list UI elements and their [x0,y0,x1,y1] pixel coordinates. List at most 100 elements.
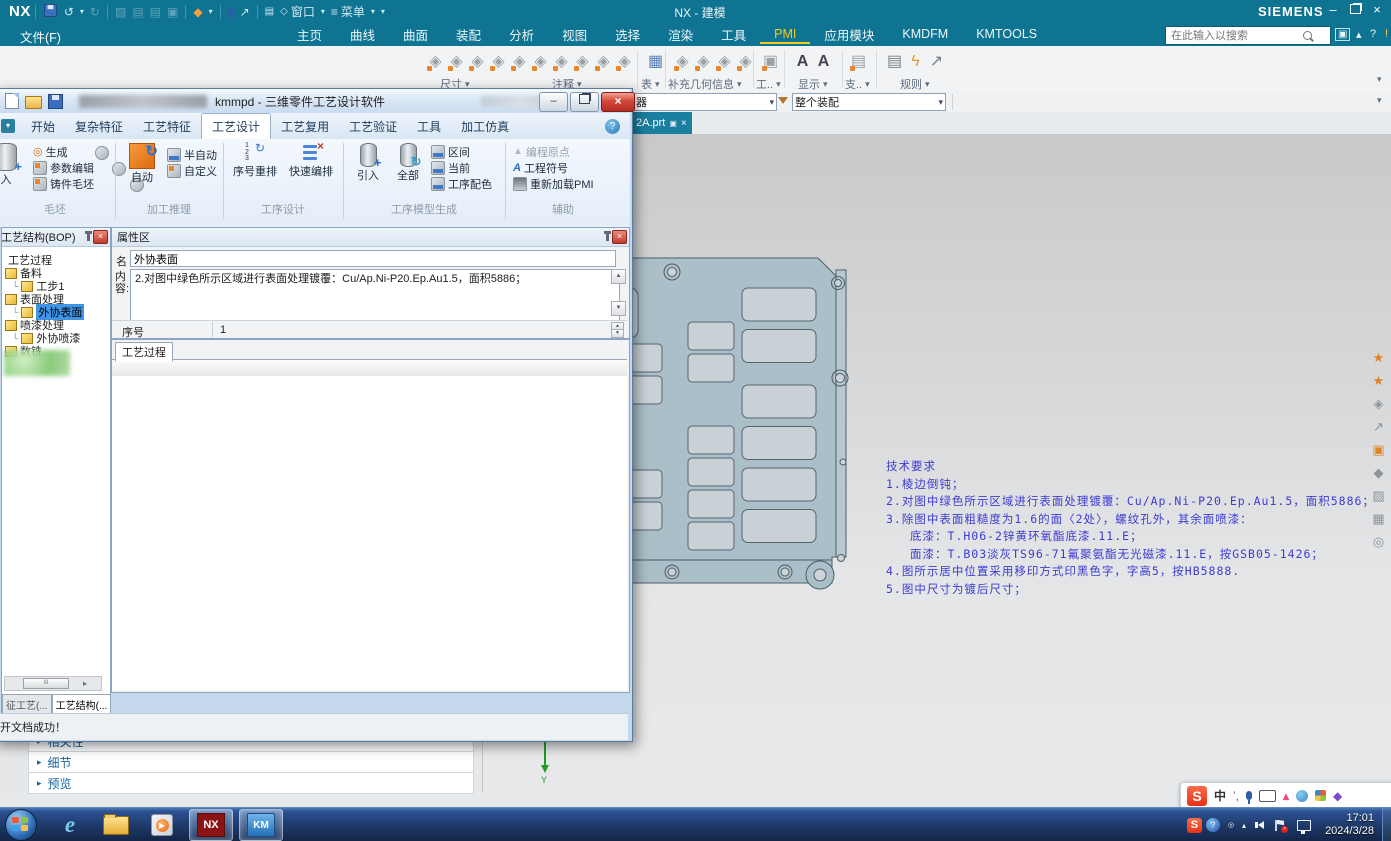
measure-arrow-icon[interactable]: ↗ [1369,419,1388,439]
selection-filter-combo[interactable]: 器 ▾ [625,93,777,111]
scroll-right-icon[interactable]: ▸ [83,679,87,688]
datum-feature-icon[interactable]: ◈ [551,51,572,73]
tab-curve[interactable]: 曲线 [336,22,389,47]
scroll-up-icon[interactable]: ▲ [611,269,626,284]
star-annotation-icon[interactable]: ★ [1369,350,1388,370]
rule-measure-icon[interactable]: ↗ [926,51,947,73]
save-doc-icon[interactable] [48,94,63,109]
radial-dimension-icon[interactable]: ◈ [467,51,488,73]
tab-home[interactable]: 主页 [283,22,336,47]
coordinate-icon[interactable]: ◈ [714,51,735,73]
auto-infer-button[interactable]: ↻ 自动 [121,143,163,185]
op-current-button[interactable]: 当前 [431,160,470,175]
name-input[interactable] [130,250,616,267]
taskbar-explorer-button[interactable] [95,810,137,840]
dtab-process-verify[interactable]: 工艺验证 [339,114,407,139]
taskbar-mediaplayer-button[interactable]: ▶ [141,810,183,840]
dialog-close-button[interactable]: × [601,92,635,112]
save-icon[interactable] [43,3,58,21]
command-search[interactable] [1165,26,1331,45]
group-caret-icon[interactable]: ▾ [823,79,828,90]
dialog-titlebar[interactable]: kmmpd - 三维零件工艺设计软件 [0,89,630,113]
star-annotation2-icon[interactable]: ★ [1369,373,1388,393]
new-doc-icon[interactable] [5,93,19,109]
note-icon[interactable]: ◈ [530,51,551,73]
ime-mode-chinese[interactable]: 中 [1214,787,1226,804]
selbar-options-icon[interactable]: ▾ [1377,95,1382,106]
table-edit-icon[interactable]: ▦ [1369,511,1388,531]
bop-close-icon[interactable]: × [93,230,108,244]
balloon-icon[interactable]: ◈ [593,51,614,73]
night-mode-icon[interactable]: ◆ [1333,789,1342,803]
dialog-maximize-button[interactable] [570,92,599,112]
open-doc-icon[interactable] [25,96,42,109]
selection-scope-combo[interactable]: 整个装配 ▾ [792,93,946,111]
part-pin-icon[interactable]: ▣ [669,119,677,128]
renumber-button[interactable]: ↻1 2 3 序号重排 [229,143,281,179]
dtab-start[interactable]: 开始 [21,114,65,139]
group-caret-icon[interactable]: ▾ [737,79,742,90]
skin-icon[interactable]: ▴ [1283,789,1289,803]
section-details[interactable]: ▸ 细节 [29,752,473,773]
dtab-process-reuse[interactable]: 工艺复用 [271,114,339,139]
menu-caret-icon[interactable]: ▾ [371,7,375,16]
tab-tools[interactable]: 工具 [707,22,760,47]
tab-view[interactable]: 视图 [548,22,601,47]
scroll-thumb[interactable]: III [23,678,69,689]
part-tab[interactable]: 2A.prt ▣ × [631,112,692,134]
tab-feature-process[interactable]: 征工艺(... [2,694,52,715]
region-icon[interactable]: ◈ [672,51,693,73]
fcf-icon[interactable]: ◈ [572,51,593,73]
toolbar-overflow-icon[interactable]: ▾ [381,7,385,16]
minimize-button[interactable]: – [1322,2,1344,17]
table-icon[interactable]: ▦ [645,51,666,73]
taskbar-km-button[interactable]: KM [239,809,283,841]
process-list-body[interactable] [112,376,627,690]
properties-close-icon[interactable]: × [612,230,627,244]
minimize-ribbon-icon[interactable]: ▴ [1356,28,1362,41]
dtab-complex-feature[interactable]: 复杂特征 [65,114,133,139]
emoji-icon[interactable] [1296,790,1308,802]
undo-icon[interactable]: ↺ [64,5,74,19]
tab-kmtools[interactable]: KMTOOLS [962,24,1051,44]
tab-pmi[interactable]: PMI [760,24,810,44]
tray-clock[interactable]: 17:01 2024/3/28 [1325,812,1374,838]
tab-assembly[interactable]: 装配 [442,22,495,47]
tray-sogou-icon[interactable]: S [1187,818,1202,833]
parameter-edit-button[interactable]: 参数编辑 [33,160,94,175]
op-import-button[interactable]: + 引入 [349,143,387,183]
note-list-icon[interactable]: ▣ [1369,442,1388,462]
taskbar-nx-button[interactable]: NX [189,809,233,841]
section-icon[interactable]: ◈ [693,51,714,73]
pin-icon[interactable] [606,234,609,241]
tab-analysis[interactable]: 分析 [495,22,548,47]
expand-icon[interactable]: ▸ [37,757,42,768]
rule-flash-icon[interactable]: ϟ [905,51,926,73]
start-button[interactable] [5,809,37,841]
group-caret-icon[interactable]: ▾ [776,79,781,90]
punctuation-icon[interactable]: ’, [1233,789,1239,803]
ordinate-dimension-icon[interactable]: ◈ [509,51,530,73]
show-desktop-button[interactable] [1382,808,1391,841]
dialog-minimize-button[interactable]: – [539,92,568,112]
style-a-icon[interactable]: A [792,51,813,73]
group-work[interactable]: 工..▾ [756,76,781,92]
pin-icon[interactable] [87,234,90,241]
group-supplemental-geometry[interactable]: 补充几何信息▾ [668,76,742,92]
tab-select[interactable]: 选择 [601,22,654,47]
kmmpd-dialog[interactable]: kmmpd - 三维零件工艺设计软件 – × ▾ 开始 复杂特征 工艺特征 工艺… [0,88,633,742]
casting-blank-button[interactable]: 铸件毛坯 [33,176,94,191]
generate-button[interactable]: ◎ 生成 [33,144,68,159]
datum-plane-icon[interactable]: ◈ [1369,396,1388,416]
camera-icon[interactable]: ▤ [848,51,869,73]
op-color-button[interactable]: 工序配色 [431,176,492,191]
tab-render[interactable]: 渲染 [654,22,707,47]
group-rule[interactable]: 规则▾ [900,76,930,92]
tray-dots-icon[interactable]: ◎ [1228,821,1234,829]
section-preview[interactable]: ▸ 预览 [29,773,473,794]
workflow-icon[interactable]: ▣ [760,51,781,73]
alert-icon[interactable]: ! [1385,28,1388,40]
spin-down-icon[interactable]: ▼ [611,329,624,338]
menu-label[interactable]: 菜单 [341,3,365,20]
edit-text-icon[interactable]: A [813,51,834,73]
